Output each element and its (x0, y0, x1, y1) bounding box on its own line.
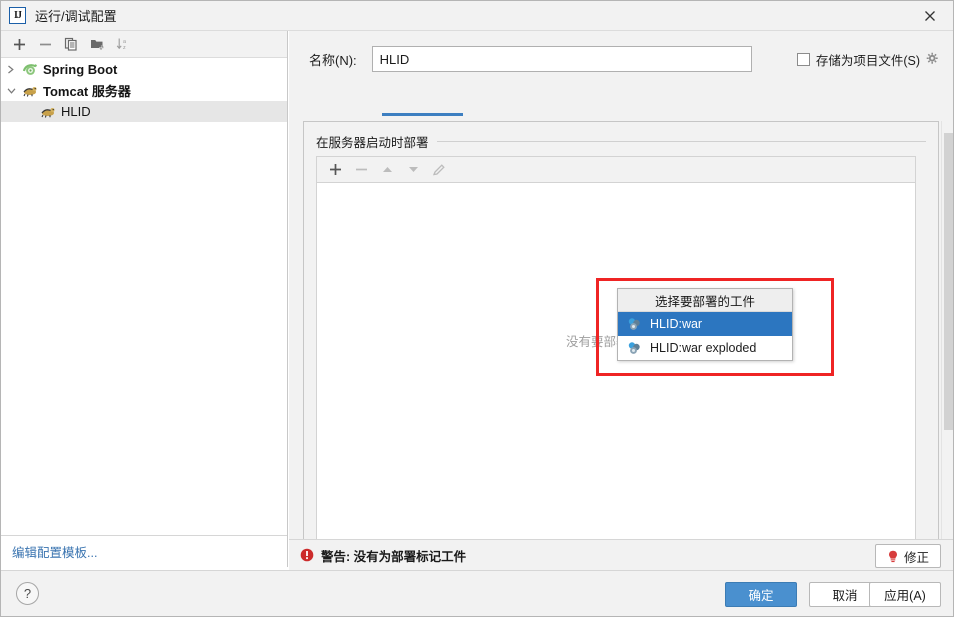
dialog-button-bar: ? 确定 取消 应用(A) (1, 570, 953, 616)
chevron-right-icon (8, 65, 14, 74)
fix-button[interactable]: 修正 (874, 544, 941, 568)
expand-arrow-collapsed-icon[interactable] (1, 59, 21, 80)
validation-warning-bar: 警告: 没有为部署标记工件 修正 (289, 539, 953, 570)
remove-configuration-button[interactable] (32, 32, 58, 56)
popup-item-hlid-war-exploded[interactable]: HLID:war exploded (618, 336, 792, 360)
close-icon (925, 10, 935, 21)
popup-item-label: HLID:war (650, 317, 703, 331)
name-input[interactable]: HLID (371, 46, 752, 72)
scrollbar-thumb[interactable] (944, 133, 953, 430)
add-artifact-button[interactable] (322, 158, 348, 182)
warning-icon (300, 548, 314, 562)
close-window-button[interactable] (907, 1, 953, 30)
new-folder-button[interactable] (84, 32, 110, 56)
apply-label: 应用(A) (884, 589, 926, 603)
arrow-down-icon (408, 167, 418, 172)
run-debug-configurations-dialog: IJ 运行/调试配置 a z Spring Boot Tomcat 服务器 HL… (0, 0, 954, 617)
copy-icon (64, 37, 77, 51)
editor-vertical-scrollbar[interactable] (941, 121, 953, 556)
apply-button[interactable]: 应用(A) (869, 582, 941, 607)
help-button[interactable]: ? (16, 582, 39, 605)
sort-az-icon: a z (116, 38, 126, 51)
tree-item-label: HLID (61, 104, 91, 119)
deployment-group-header: 在服务器启动时部署 (316, 132, 928, 150)
tree-item-hlid[interactable]: HLID (1, 101, 287, 122)
title-bar: IJ 运行/调试配置 (1, 1, 953, 31)
store-as-project-file-checkbox[interactable] (796, 53, 810, 66)
copy-configuration-button[interactable] (58, 32, 84, 56)
popup-title: 选择要部署的工件 (618, 289, 792, 312)
name-label: 名称(N): (309, 52, 357, 68)
intellij-idea-logo-icon: IJ (9, 7, 26, 24)
chevron-down-icon (7, 87, 15, 94)
configurations-toolbar: a z (1, 31, 287, 58)
ok-label: 确定 (748, 589, 774, 603)
popup-item-label: HLID:war exploded (650, 341, 757, 355)
fix-warning-icon (887, 550, 899, 563)
tree-item-label: Tomcat 服务器 (43, 84, 131, 99)
cancel-label: 取消 (832, 589, 858, 603)
plus-icon (329, 164, 341, 175)
gear-icon (926, 52, 938, 64)
empty-list-message: 没有要部署的内容 (565, 335, 666, 349)
ok-button[interactable]: 确定 (725, 582, 797, 607)
tree-item-tomcat-server[interactable]: Tomcat 服务器 (1, 80, 287, 101)
select-artifact-popup: 选择要部署的工件 HLID:war HLID:war exploded (617, 288, 793, 361)
minus-icon (39, 43, 51, 45)
tree-item-label: Spring Boot (43, 62, 118, 77)
artifact-icon (627, 341, 644, 356)
edit-configuration-templates-link[interactable]: 编辑配置模板... (12, 542, 97, 561)
window-title: 运行/调试配置 (35, 9, 117, 24)
spring-boot-icon (21, 61, 40, 78)
tomcat-icon (21, 82, 40, 99)
fix-button-label: 修正 (903, 550, 929, 565)
plus-icon (13, 38, 25, 50)
help-label: ? (23, 586, 32, 601)
deployment-toolbar (316, 156, 916, 182)
svg-text:z: z (123, 45, 126, 51)
deployment-group-title: 在服务器启动时部署 (316, 135, 429, 150)
arrow-up-icon (382, 167, 392, 172)
add-configuration-button[interactable] (6, 32, 32, 56)
edit-templates-row: 编辑配置模板... (1, 535, 287, 567)
edit-artifact-button[interactable] (426, 158, 452, 182)
active-tab-indicator (382, 113, 463, 116)
store-as-project-file-row: 存储为项目文件(S) (796, 50, 939, 69)
tree-item-spring-boot[interactable]: Spring Boot (1, 59, 287, 80)
sort-configurations-button[interactable]: a z (110, 32, 136, 56)
minus-icon (355, 168, 367, 171)
move-artifact-down-button[interactable] (400, 158, 426, 182)
folder-add-icon (90, 40, 103, 50)
settings-gear-button[interactable] (926, 52, 939, 68)
tomcat-icon (39, 103, 58, 120)
warning-message: 警告: 没有为部署标记工件 (321, 549, 467, 564)
pencil-icon (432, 163, 445, 175)
artifact-icon (627, 317, 644, 332)
group-separator-line (436, 140, 926, 142)
popup-item-hlid-war[interactable]: HLID:war (618, 312, 792, 336)
remove-artifact-button[interactable] (348, 158, 374, 182)
store-as-project-file-label: 存储为项目文件(S) (815, 54, 920, 68)
move-artifact-up-button[interactable] (374, 158, 400, 182)
configurations-panel: a z Spring Boot Tomcat 服务器 HLID 编辑配置模板..… (1, 31, 288, 567)
configurations-tree: Spring Boot Tomcat 服务器 HLID (1, 58, 287, 122)
deployment-artifacts-list[interactable]: 没有要部署的内容 (316, 182, 916, 544)
expand-arrow-expanded-icon[interactable] (1, 80, 21, 101)
